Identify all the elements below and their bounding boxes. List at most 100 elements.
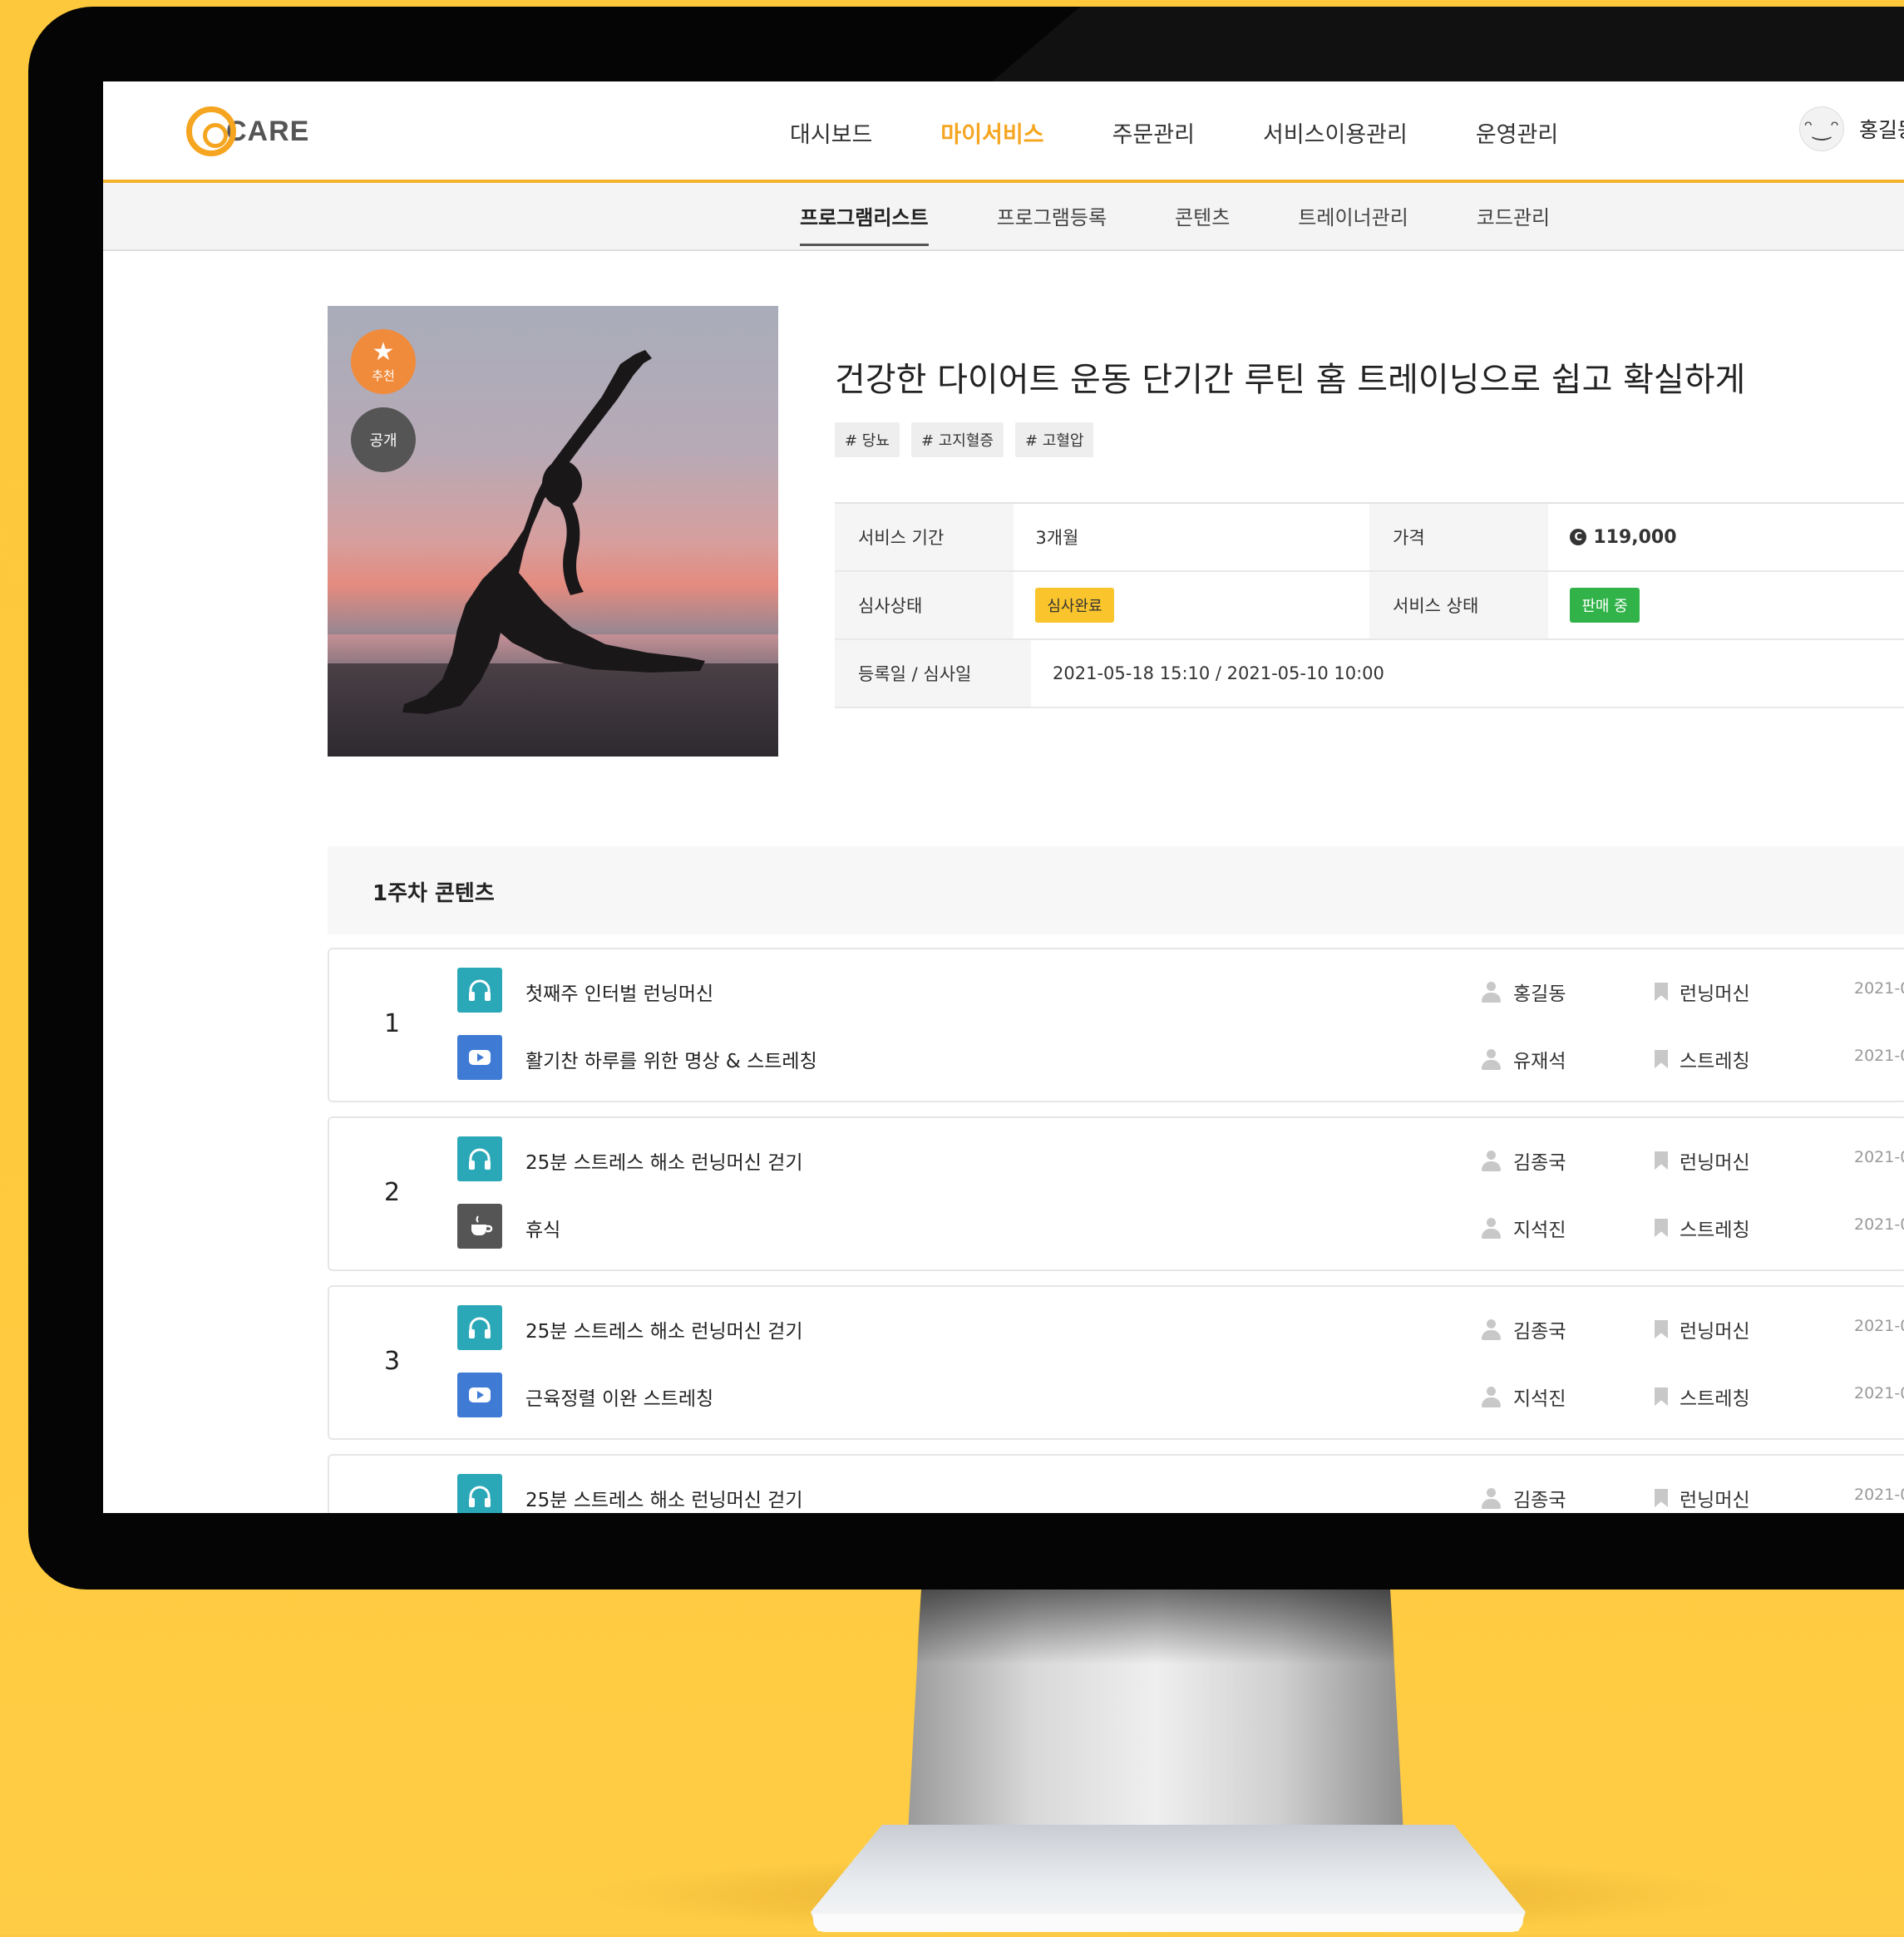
program-title: 건강한 다이어트 운동 단기간 루틴 홈 트레이닝으로 쉽고 확실하게 xyxy=(835,361,1746,399)
content-date: 2021-06- xyxy=(1854,1148,1904,1166)
week-header: 1주차 콘텐츠 xyxy=(328,846,1904,934)
gnb-item-4[interactable]: 운영관리 xyxy=(1476,116,1558,149)
content-trainer: 김종국 xyxy=(1480,1484,1566,1512)
global-nav: 대시보드 마이서비스 주문관리 서비스이용관리 운영관리 xyxy=(790,116,1626,149)
trainer-name: 김종국 xyxy=(1513,1490,1566,1511)
day-row: 325분 스트레스 해소 런닝머신 걷기김종국런닝머신2021-06-근육정렬 … xyxy=(328,1285,1904,1440)
category-name: 런닝머신 xyxy=(1680,1152,1750,1174)
content-trainer: 김종국 xyxy=(1480,1315,1566,1343)
snb-item-2[interactable]: 콘텐츠 xyxy=(1175,201,1230,246)
user-icon xyxy=(1480,1048,1502,1070)
trainer-name: 지석진 xyxy=(1513,1220,1566,1241)
content-date: 2021-06- xyxy=(1854,1317,1904,1335)
price-value: 119,000 xyxy=(1593,526,1677,548)
public-label: 공개 xyxy=(369,432,397,450)
bookmark-icon xyxy=(1655,1219,1668,1237)
bezel-sheen xyxy=(984,7,1904,88)
content-item[interactable]: 25분 스트레스 해소 런닝머신 걷기 김종국 런닝머신 2021-06- xyxy=(457,1136,1904,1183)
gnb-item-2[interactable]: 주문관리 xyxy=(1112,116,1195,149)
content-date: 2021-06- xyxy=(1854,1486,1904,1504)
care-logo[interactable]: CARE xyxy=(186,100,312,163)
content-item[interactable]: 활기찬 하루를 위한 명상 & 스트레칭 유재석 스트레칭 2021-06- xyxy=(457,1035,1904,1082)
content-item[interactable]: 25분 스트레스 해소 런닝머신 걷기 김종국 런닝머신 2021-06- xyxy=(457,1474,1904,1513)
content-category: 런닝머신 xyxy=(1655,1315,1750,1343)
day-number: 1 xyxy=(384,1009,401,1038)
category-name: 런닝머신 xyxy=(1680,1321,1750,1343)
service-status-label: 서비스 상태 xyxy=(1369,572,1549,638)
bookmark-icon xyxy=(1655,1387,1668,1406)
coin-icon: C xyxy=(1570,529,1587,545)
review-cell: 심사완료 xyxy=(1014,572,1369,638)
content-date: 2021-06- xyxy=(1854,1384,1904,1402)
content-item[interactable]: 근육정렬 이완 스트레칭 지석진 스트레칭 2021-06- xyxy=(457,1373,1904,1419)
day-number: 3 xyxy=(384,1347,401,1376)
snb-item-3[interactable]: 트레이너관리 xyxy=(1298,201,1408,246)
user-icon xyxy=(1480,1217,1502,1239)
content-trainer: 홍길동 xyxy=(1480,978,1566,1006)
stand-base-edge xyxy=(813,1914,1523,1932)
content-title[interactable]: 25분 스트레스 해소 런닝머신 걷기 xyxy=(525,1315,803,1343)
program-tag[interactable]: # 당뇨 xyxy=(835,422,900,457)
trainer-name: 지석진 xyxy=(1513,1388,1566,1410)
content-title[interactable]: 휴식 xyxy=(525,1214,560,1242)
snb-item-1[interactable]: 프로그램등록 xyxy=(997,201,1107,246)
recommend-badge: ★ 추천 xyxy=(351,329,416,394)
program-tag[interactable]: # 고지혈증 xyxy=(910,422,1004,457)
smiley-icon[interactable]: ᵔ‿ᵔ xyxy=(1799,106,1844,151)
content-title[interactable]: 근육정렬 이완 스트레칭 xyxy=(525,1383,713,1411)
headphones-icon xyxy=(457,1136,502,1181)
category-name: 스트레칭 xyxy=(1680,1220,1750,1241)
content-category: 런닝머신 xyxy=(1655,1484,1750,1512)
sub-nav: 프로그램리스트 프로그램등록 콘텐츠 트레이너관리 코드관리 xyxy=(800,201,1618,246)
snb-item-4[interactable]: 코드관리 xyxy=(1477,201,1550,246)
content-trainer: 유재석 xyxy=(1480,1045,1566,1073)
category-name: 런닝머신 xyxy=(1680,1490,1750,1511)
content-item[interactable]: 휴식 지석진 스트레칭 2021-06- xyxy=(457,1204,1904,1250)
headphones-icon xyxy=(457,1305,502,1350)
content-title[interactable]: 첫째주 인터벌 런닝머신 xyxy=(525,978,713,1006)
content-date: 2021-06- xyxy=(1854,1047,1904,1065)
category-name: 런닝머신 xyxy=(1680,983,1750,1005)
user-icon xyxy=(1480,981,1502,1003)
public-badge: 공개 xyxy=(351,407,416,472)
star-icon: ★ xyxy=(372,337,395,367)
bookmark-icon xyxy=(1655,1151,1668,1170)
content-title[interactable]: 25분 스트레스 해소 런닝머신 걷기 xyxy=(525,1146,803,1175)
content-category: 스트레칭 xyxy=(1655,1045,1750,1073)
day-row: 2 25분 스트레스 해소 런닝머신 걷기 김종국 런닝머신 2021-06- 휴식 지석진… xyxy=(328,1116,1904,1271)
program-tags: # 당뇨 # 고지혈증 # 고혈압 xyxy=(835,422,1094,457)
period-value: 3개월 xyxy=(1035,528,1079,548)
info-row-status: 심사상태 심사완료 서비스 상태 판매 중 xyxy=(835,572,1904,640)
info-row-dates: 등록일 / 심사일 2021-05-18 15:10 / 2021-05-10 … xyxy=(835,640,1904,708)
headphones-icon xyxy=(457,1474,502,1513)
snb-item-0[interactable]: 프로그램리스트 xyxy=(800,201,929,246)
service-status-badge: 판매 중 xyxy=(1570,588,1640,623)
gnb-item-3[interactable]: 서비스이용관리 xyxy=(1263,116,1408,149)
review-label: 심사상태 xyxy=(835,572,1014,638)
date-value: 2021-05-18 15:10 / 2021-05-10 10:00 xyxy=(1053,663,1384,683)
content-item[interactable]: 첫째주 인터벌 런닝머신 홍길동 런닝머신 2021-06- xyxy=(457,968,1904,1014)
logo-ring-icon xyxy=(186,106,236,156)
gnb-item-0[interactable]: 대시보드 xyxy=(790,116,872,149)
category-name: 스트레칭 xyxy=(1680,1388,1750,1410)
category-name: 스트레칭 xyxy=(1680,1051,1750,1072)
content-title[interactable]: 활기찬 하루를 위한 명상 & 스트레칭 xyxy=(525,1045,817,1073)
user-menu[interactable]: ᵔ‿ᵔ 홍길동 xyxy=(1799,106,1904,151)
trainer-name: 김종국 xyxy=(1513,1321,1566,1343)
stand-shadow xyxy=(916,1590,1395,1664)
review-status-badge: 심사완료 xyxy=(1035,588,1114,623)
user-name[interactable]: 홍길동 xyxy=(1859,114,1904,144)
content-category: 런닝머신 xyxy=(1655,1146,1750,1175)
date-label: 등록일 / 심사일 xyxy=(835,640,1031,707)
content-date: 2021-06- xyxy=(1854,1215,1904,1234)
program-tag[interactable]: # 고혈압 xyxy=(1014,422,1094,457)
content-item[interactable]: 25분 스트레스 해소 런닝머신 걷기 김종국 런닝머신 2021-06- xyxy=(457,1305,1904,1352)
user-icon xyxy=(1480,1487,1502,1509)
content-title[interactable]: 25분 스트레스 해소 런닝머신 걷기 xyxy=(525,1484,803,1512)
coffee-cup-icon xyxy=(457,1204,502,1249)
gnb-item-1[interactable]: 마이서비스 xyxy=(940,116,1043,149)
trainer-name: 홍길동 xyxy=(1513,983,1566,1005)
recommend-label: 추천 xyxy=(372,367,395,383)
period-label: 서비스 기간 xyxy=(835,504,1014,570)
top-navigation-bar: CARE 대시보드 마이서비스 주문관리 서비스이용관리 운영관리 ᵔ‿ᵔ 홍길동 xyxy=(103,81,1904,183)
